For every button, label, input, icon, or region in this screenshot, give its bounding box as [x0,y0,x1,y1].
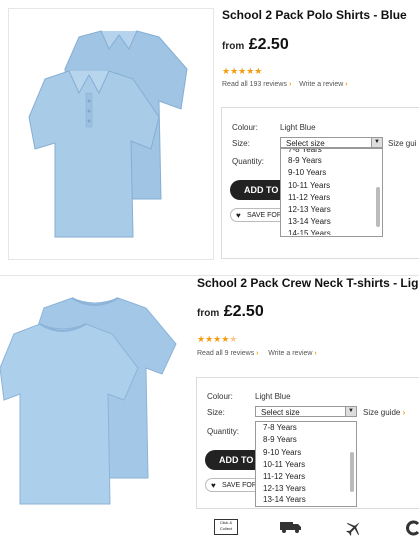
heart-icon: ♥ [211,481,216,490]
size-option[interactable]: 13-14 Years [256,496,356,502]
size-option[interactable]: 12-13 Years [256,483,356,495]
size-option[interactable]: 11-12 Years [256,471,356,483]
delivery-truck-icon[interactable] [280,520,302,537]
size-guide-label: Size guide [363,408,401,417]
write-review-link[interactable]: Write a review [299,81,343,88]
colour-value: Light Blue [255,392,291,401]
heart-icon: ♥ [236,211,241,220]
plane-icon[interactable] [346,520,362,539]
options-box: Colour: Light Blue Size: Select size ▼ S… [196,377,419,509]
quantity-label: Quantity: [207,427,240,436]
click-collect-icon[interactable]: Click & Collect [214,519,238,535]
size-option[interactable]: 10-11 Years [281,180,382,192]
price-from-label: from [197,308,220,319]
product-title: School 2 Pack Crew Neck T-shirts - Ligh [197,276,419,290]
chevron-down-icon[interactable]: ▼ [371,138,382,147]
size-label: Size: [232,139,250,148]
polo-product-image[interactable] [8,8,214,260]
size-option[interactable]: 12-13 Years [281,204,382,216]
price-value: £2.50 [248,36,289,53]
product-title: School 2 Pack Polo Shirts - Blue [222,8,407,22]
colour-value: Light Blue [280,123,316,132]
arrow-right-icon: › [314,350,317,357]
tshirts-image [0,297,177,505]
size-option[interactable]: 8-9 Years [281,155,382,167]
half-star-icon: ★ [229,334,238,344]
dropdown-scrollbar[interactable] [350,452,354,492]
save-label: SAVE FOR [247,212,282,219]
size-select-value: Select size [286,139,325,148]
price-block: from £2.50 [222,36,289,54]
options-box: Colour: Light Blue Size: Select size ▼ S… [221,107,419,259]
size-option[interactable]: 7-8 Years [256,422,356,434]
dropdown-scrollbar[interactable] [376,187,380,227]
size-option[interactable]: 13-14 Years [281,216,382,228]
size-guide-link[interactable]: Size guide › [363,408,405,417]
tshirt-product-image[interactable] [0,290,188,512]
chevron-down-icon[interactable]: ▼ [345,407,356,416]
size-option[interactable]: 9-10 Years [256,447,356,459]
rating-stars: ★★★★★ [197,334,237,345]
size-select-value: Select size [261,408,300,417]
size-select[interactable]: Select size ▼ [255,406,357,417]
read-reviews-link[interactable]: Read all 193 reviews [222,81,287,88]
write-review-link[interactable]: Write a review [268,350,312,357]
size-option[interactable]: 14-15 Years [281,229,382,235]
polo-shirts-image [28,30,188,238]
arrow-right-icon: › [288,81,292,88]
click-collect-label: Click & Collect [219,520,233,531]
rating-stars: ★★★★★ [222,66,263,76]
quantity-label: Quantity: [232,157,265,166]
colour-label: Colour: [207,392,233,401]
price-block: from £2.50 [197,303,264,321]
arrow-right-icon: › [256,350,259,357]
size-dropdown-list[interactable]: 7-8 Years 8-9 Years 9-10 Years 10-11 Yea… [255,421,357,507]
full-stars: ★★★★ [197,334,230,344]
size-option[interactable]: 10-11 Years [256,459,356,471]
product-panel-polo: School 2 Pack Polo Shirts - Blue from £2… [0,0,419,268]
size-dropdown-list[interactable]: 7-8 Years 8-9 Years 9-10 Years 10-11 Yea… [280,148,383,237]
reviews-row: Read all 9 reviews › Write a review › [197,350,317,357]
size-guide-link[interactable]: Size gui [388,139,416,148]
save-label: SAVE FOR [222,482,257,489]
price-value: £2.50 [223,303,264,320]
returns-icon[interactable] [406,520,419,539]
size-option[interactable]: 9-10 Years [281,167,382,179]
read-reviews-link[interactable]: Read all 9 reviews [197,350,254,357]
size-label: Size: [207,408,225,417]
size-option[interactable]: 8-9 Years [256,434,356,446]
size-option[interactable]: 11-12 Years [281,192,382,204]
size-select[interactable]: Select size ▼ [280,137,383,148]
arrow-right-icon: › [402,408,406,417]
colour-label: Colour: [232,123,258,132]
price-from-label: from [222,41,245,52]
reviews-row: Read all 193 reviews › Write a review › [222,81,348,88]
arrow-right-icon: › [345,81,348,88]
